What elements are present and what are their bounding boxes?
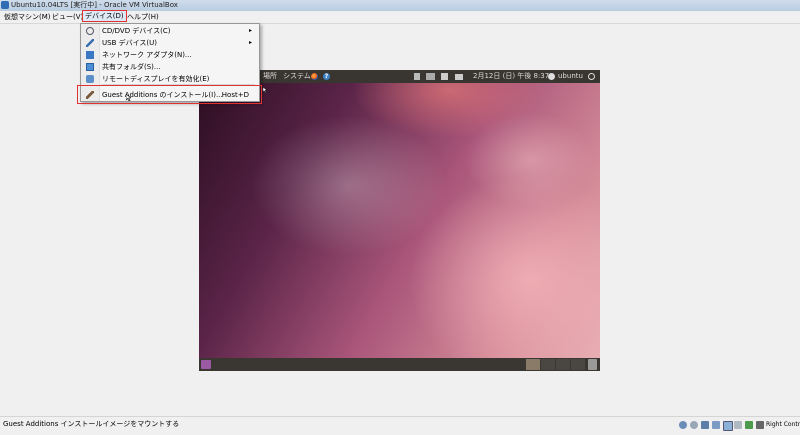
virtualization-status-icon[interactable] xyxy=(745,421,753,429)
menu-devices[interactable]: デバイス(D) xyxy=(82,10,127,22)
optical-drive-status-icon[interactable] xyxy=(690,421,698,429)
shared-folder-icon xyxy=(86,63,94,71)
menu-item-shared-folders[interactable]: 共有フォルダ(S)... xyxy=(81,61,259,73)
guest-screen[interactable]: 場所 システム ? 2月12日 (日) 午後 8:37 ubuntu xyxy=(199,70,600,371)
volume-icon[interactable] xyxy=(441,73,448,80)
network-status-icon[interactable] xyxy=(414,73,420,80)
system-menu[interactable]: システム xyxy=(283,70,311,83)
mail-icon[interactable] xyxy=(455,74,463,80)
usb-status-icon[interactable] xyxy=(701,421,709,429)
user-name[interactable]: ubuntu xyxy=(558,70,583,83)
menu-item-label: 共有フォルダ(S)... xyxy=(102,63,161,71)
usb-icon xyxy=(86,39,94,47)
places-menu[interactable]: 場所 xyxy=(263,70,277,83)
guest-additions-highlight-box xyxy=(77,85,262,104)
menu-item-network-adapter[interactable]: ネットワーク アダプタ(N)... xyxy=(81,49,259,61)
submenu-arrow-icon: ▸ xyxy=(248,27,252,34)
firefox-icon[interactable] xyxy=(311,73,318,80)
status-bar: Guest Additions インストールイメージをマウントする Right … xyxy=(0,416,800,435)
help-icon[interactable]: ? xyxy=(323,73,330,80)
mouse-integration-icon[interactable] xyxy=(756,421,764,429)
menu-item-label: USB デバイス(U) xyxy=(102,39,157,47)
submenu-arrow-icon: ▸ xyxy=(248,39,252,46)
network-status-bar-icon[interactable] xyxy=(712,421,720,429)
menu-item-usb[interactable]: USB デバイス(U) ▸ xyxy=(81,37,259,49)
clock[interactable]: 2月12日 (日) 午後 8:37 xyxy=(473,70,549,83)
workspace-switcher-4[interactable] xyxy=(571,359,585,370)
network-adapter-icon xyxy=(86,51,94,59)
virtualbox-icon xyxy=(1,1,9,9)
user-status-icon[interactable] xyxy=(548,73,555,80)
remote-display-icon xyxy=(86,75,94,83)
guest-bottom-panel xyxy=(199,358,600,371)
mouse-cursor-icon xyxy=(126,94,131,101)
host-key-label: Right Control xyxy=(766,421,800,428)
trash-icon[interactable] xyxy=(588,359,597,370)
shared-folders-status-icon[interactable] xyxy=(723,421,733,431)
workspace-switcher-1[interactable] xyxy=(526,359,540,370)
menu-help[interactable]: ヘルプ(H) xyxy=(125,11,161,23)
menu-item-label: CD/DVD デバイス(C) xyxy=(102,27,171,35)
show-desktop-icon[interactable] xyxy=(201,360,211,369)
power-icon[interactable] xyxy=(588,73,595,80)
guest-mouse-cursor-icon xyxy=(263,87,267,93)
battery-icon[interactable] xyxy=(426,73,435,80)
workspace-switcher-3[interactable] xyxy=(556,359,570,370)
workspace-switcher-2[interactable] xyxy=(541,359,555,370)
menu-view[interactable]: ビュー(V) xyxy=(50,11,85,23)
cd-dvd-icon xyxy=(86,27,94,35)
menu-machine[interactable]: 仮想マシン(M) xyxy=(2,11,53,23)
menu-item-label: ネットワーク アダプタ(N)... xyxy=(102,51,192,59)
menu-item-cd-dvd[interactable]: CD/DVD デバイス(C) ▸ xyxy=(81,25,259,37)
display-status-icon[interactable] xyxy=(734,421,742,429)
hard-disk-status-icon[interactable] xyxy=(679,421,687,429)
status-message: Guest Additions インストールイメージをマウントする xyxy=(3,420,180,428)
